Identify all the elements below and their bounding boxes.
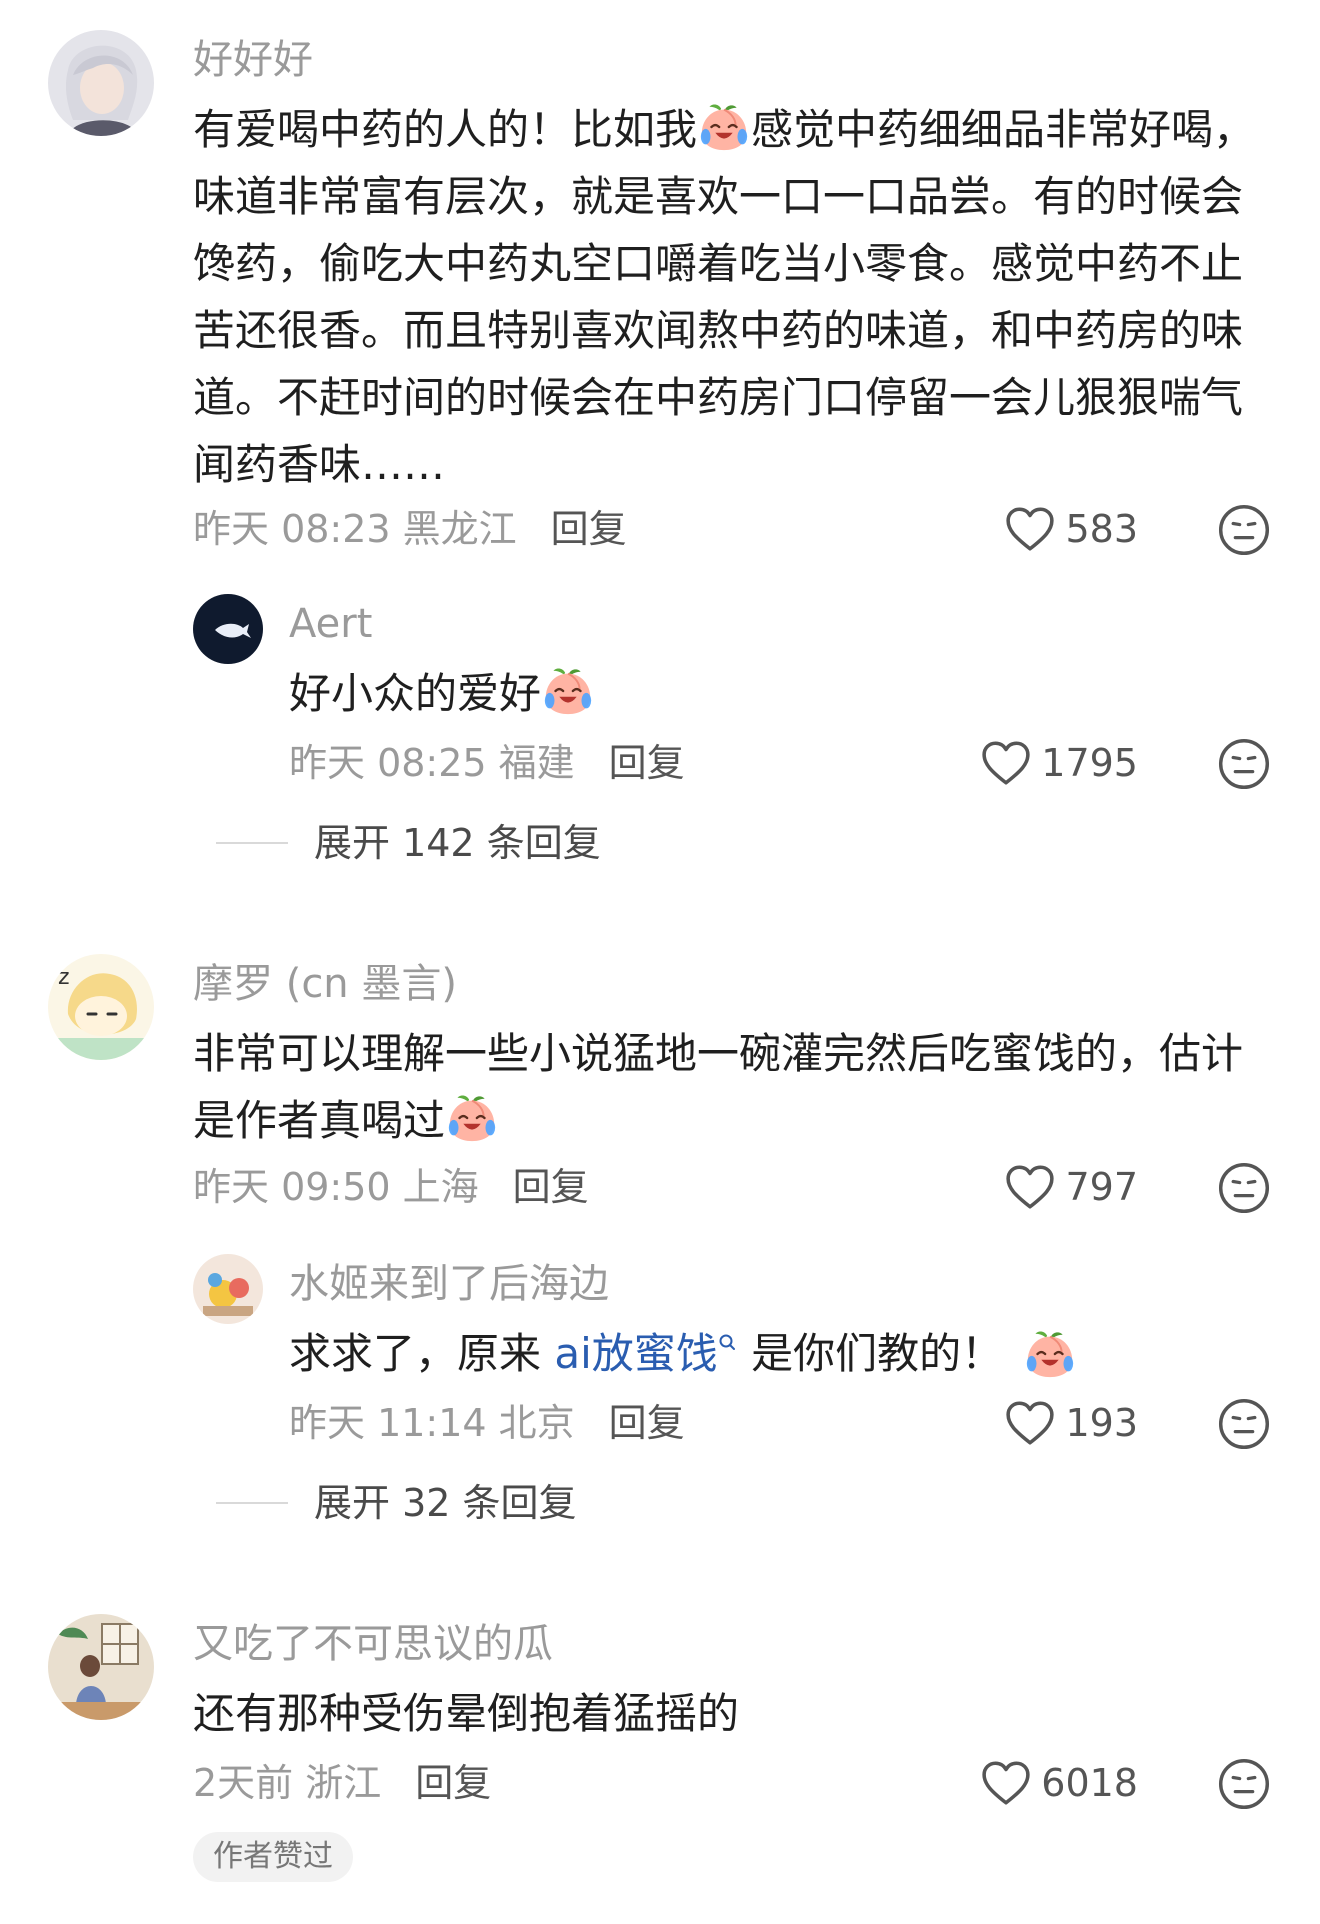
avatar[interactable] (193, 594, 263, 664)
avatar[interactable] (193, 1254, 263, 1324)
like-button[interactable]: 583 (1005, 506, 1138, 552)
comment-text-line: 感觉中药细细品非常好喝， (751, 105, 1256, 154)
meh-face-icon[interactable] (1218, 738, 1270, 790)
reply-button[interactable]: 回复 (609, 1400, 685, 1446)
reply-avatar-image (193, 594, 263, 664)
comment-text-line: 非常可以理解一些小说猛地一碗灌完然后吃蜜饯的，估计 (193, 1029, 1244, 1078)
svg-text:z: z (58, 965, 70, 990)
crying-laughing-peach-emoji (1023, 1327, 1077, 1381)
heart-outline-icon (1005, 1400, 1055, 1446)
user-avatar-image (48, 1614, 154, 1720)
comment-text-line: 味道非常富有层次，就是喜欢一口一口品尝。有的时候会 (193, 172, 1244, 221)
reply-text-body: 好小众的爱好 (289, 669, 542, 718)
meh-face-icon[interactable] (1218, 1398, 1270, 1450)
like-button[interactable]: 1795 (981, 740, 1138, 786)
divider (216, 842, 288, 844)
comment-text-line: 苦还很香。而且特别喜欢闻熬中药的味道，和中药房的味 (193, 306, 1244, 355)
like-button[interactable]: 6018 (981, 1760, 1138, 1806)
comment-time-location: 昨天 09:50 上海 (193, 1165, 479, 1209)
reply-button[interactable]: 回复 (609, 740, 685, 786)
reply-meta: 昨天 11:14 北京 回复 (289, 1400, 685, 1446)
like-count: 6018 (1041, 1761, 1138, 1805)
comment-text-line: 闻药香味…… (193, 440, 446, 489)
comment-text-line: 馋药，偷吃大中药丸空口嚼着吃当小零食。感觉中药不止 (193, 239, 1244, 288)
crying-laughing-peach-emoji (445, 1091, 499, 1145)
reply-text-before: 求求了，原来 (289, 1329, 555, 1378)
like-count: 1795 (1041, 741, 1138, 785)
heart-outline-icon (981, 1760, 1031, 1806)
author-liked-badge: 作者赞过 (193, 1832, 353, 1882)
comment-username[interactable]: 又吃了不可思议的瓜 (193, 1620, 553, 1668)
expand-replies-button[interactable]: 展开 32 条回复 (216, 1480, 577, 1526)
comment-text: 非常可以理解一些小说猛地一碗灌完然后吃蜜饯的，估计 是作者真喝过 (193, 1020, 1273, 1154)
comment-text-line: 有爱喝中药的人的！比如我 (193, 105, 698, 154)
reply-text: 好小众的爱好 (289, 660, 595, 727)
reply-button[interactable]: 回复 (415, 1760, 491, 1806)
expand-replies-label: 展开 32 条回复 (314, 1481, 577, 1525)
search-icon (719, 1334, 735, 1350)
like-button[interactable]: 193 (1005, 1400, 1138, 1446)
reply-text: 求求了，原来 ai放蜜饯 是你们教的！ (289, 1320, 1077, 1387)
reply-button[interactable]: 回复 (551, 506, 627, 552)
crying-laughing-peach-emoji (697, 100, 751, 154)
avatar[interactable] (48, 30, 154, 136)
user-avatar-image: z (48, 954, 154, 1060)
reply-meta: 昨天 08:25 福建 回复 (289, 740, 685, 786)
comment-text-line: 道。不赶时间的时候会在中药房门口停留一会儿狠狠喘气 (193, 373, 1244, 422)
avatar[interactable]: z (48, 954, 154, 1060)
reply-time-location: 昨天 08:25 福建 (289, 741, 575, 785)
like-count: 193 (1065, 1401, 1138, 1445)
comment-meta: 昨天 08:23 黑龙江 回复 (193, 506, 627, 552)
comment-time-location: 2天前 浙江 (193, 1761, 382, 1805)
reply-username[interactable]: 水姬来到了后海边 (289, 1260, 609, 1308)
like-count: 797 (1065, 1165, 1138, 1209)
heart-outline-icon (1005, 506, 1055, 552)
reply-time-location: 昨天 11:14 北京 (289, 1401, 575, 1445)
meh-face-icon[interactable] (1218, 1758, 1270, 1810)
comment-text-line: 是作者真喝过 (193, 1096, 446, 1145)
meh-face-icon[interactable] (1218, 504, 1270, 556)
comment-text: 还有那种受伤晕倒抱着猛摇的 (193, 1689, 740, 1738)
comment-meta: 昨天 09:50 上海 回复 (193, 1164, 589, 1210)
expand-replies-label: 展开 142 条回复 (314, 821, 601, 865)
heart-outline-icon (981, 740, 1031, 786)
user-avatar-image (48, 30, 154, 136)
comment-time-location: 昨天 08:23 黑龙江 (193, 507, 517, 551)
reply-text-after: 是你们教的！ (737, 1329, 1004, 1378)
like-count: 583 (1065, 507, 1138, 551)
comment-username[interactable]: 摩罗 (cn 墨言) (193, 960, 457, 1008)
like-button[interactable]: 797 (1005, 1164, 1138, 1210)
reply-username[interactable]: Aert (289, 600, 372, 648)
meh-face-icon[interactable] (1218, 1162, 1270, 1214)
reply-avatar-image (193, 1254, 263, 1324)
comment-meta: 2天前 浙江 回复 (193, 1760, 491, 1806)
crying-laughing-peach-emoji (541, 664, 595, 718)
reply-button[interactable]: 回复 (513, 1164, 589, 1210)
avatar[interactable] (48, 1614, 154, 1720)
search-link[interactable]: ai放蜜饯 (554, 1320, 737, 1387)
divider (216, 1502, 288, 1504)
expand-replies-button[interactable]: 展开 142 条回复 (216, 820, 601, 866)
comment-username[interactable]: 好好好 (193, 36, 313, 84)
heart-outline-icon (1005, 1164, 1055, 1210)
comment-text: 有爱喝中药的人的！比如我 感觉中药细细品非常好喝， 味道非常富有层次，就是喜欢一口… (193, 96, 1273, 498)
search-link-label: ai放蜜饯 (554, 1329, 718, 1378)
